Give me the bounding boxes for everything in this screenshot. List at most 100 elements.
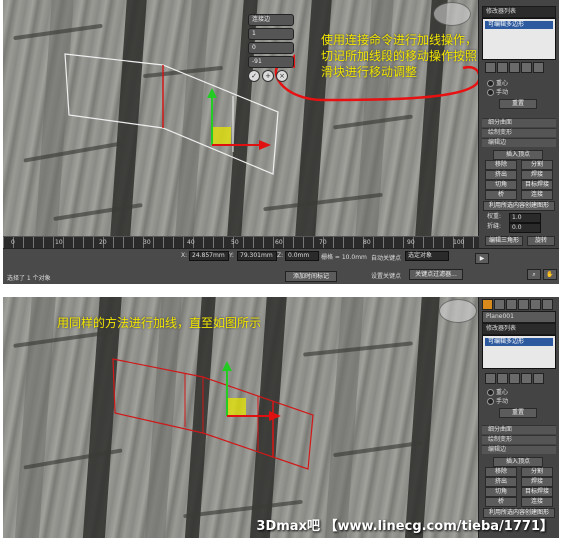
weld-button[interactable]: 焊接	[521, 477, 553, 487]
radio-manual-label: 手动	[496, 398, 509, 405]
crease-field[interactable]: 0.0	[509, 223, 541, 233]
radio-manual[interactable]: 手动	[487, 398, 508, 406]
y-coordinate-field[interactable]: 79.301mm	[237, 251, 277, 261]
weight-label: 权重:	[487, 213, 502, 220]
z-coordinate-field[interactable]: 0.0mm	[285, 251, 319, 261]
rollout-subdivision-surface[interactable]: 细分曲面	[482, 118, 556, 127]
zoom-icon[interactable]: ⌕	[527, 269, 541, 280]
rollout-subdivision-surface[interactable]: 细分曲面	[482, 425, 556, 434]
modifier-stack: 可编辑多边形	[482, 335, 556, 369]
caddy-cancel-icon[interactable]: ×	[276, 70, 288, 82]
command-panel: 修改器列表 可编辑多边形 重心 手动 重置 细分曲面 绘制变形 编辑边 插入顶点…	[478, 0, 559, 284]
radio-icon	[487, 89, 494, 96]
target-weld-button[interactable]: 目标焊接	[521, 180, 553, 190]
stack-item-editable-poly[interactable]: 可编辑多边形	[485, 338, 553, 346]
chamfer-button[interactable]: 切角	[485, 180, 517, 190]
caddy-ok-icon[interactable]: ✓	[248, 70, 260, 82]
extrude-button[interactable]: 挤出	[485, 477, 517, 487]
make-unique-icon[interactable]	[509, 62, 520, 73]
selection-status: 选择了 1 个对象	[7, 275, 51, 282]
bridge-button[interactable]: 桥	[485, 190, 517, 200]
pin-stack-icon[interactable]	[485, 373, 496, 384]
remove-modifier-icon[interactable]	[521, 62, 532, 73]
timeline-tick: 90	[407, 239, 415, 246]
selection-set-dropdown[interactable]: 选定对象	[405, 251, 449, 261]
target-weld-button[interactable]: 目标焊接	[521, 487, 553, 497]
rollout-edit-edges[interactable]: 编辑边	[482, 445, 556, 454]
stack-item-editable-poly[interactable]: 可编辑多边形	[485, 21, 553, 29]
modifier-stack: 可编辑多边形	[482, 18, 556, 60]
x-coordinate-field[interactable]: 24.857mm	[189, 251, 229, 261]
screenshot-connect-edges: 连接边 1 0 -91 ✓ + × 使用连接命令进行加线操作，切记所加线段的移动…	[3, 0, 559, 284]
edit-triangulation-button[interactable]: 编辑三角形	[485, 236, 523, 246]
hierarchy-tab-icon[interactable]	[506, 299, 517, 310]
show-end-result-icon[interactable]	[497, 373, 508, 384]
chamfer-button[interactable]: 切角	[485, 487, 517, 497]
caddy-slide-field[interactable]: -91	[248, 56, 294, 68]
modify-tab-icon[interactable]	[494, 299, 505, 310]
modifier-list-dropdown[interactable]: 修改器列表	[482, 323, 556, 335]
gizmo-xy-plane[interactable]	[213, 127, 231, 145]
play-icon[interactable]: ▶	[475, 253, 489, 264]
radio-icon	[487, 80, 494, 87]
radio-centroid[interactable]: 重心	[487, 80, 508, 88]
insert-vertex-button[interactable]: 插入顶点	[493, 150, 543, 160]
y-label: Y:	[229, 252, 234, 259]
annotation-text: 使用连接命令进行加线操作，切记所加线段的移动操作按照滑块进行移动调整	[321, 33, 478, 79]
set-key-label: 设置关键点	[371, 273, 402, 280]
configure-modifiers-icon[interactable]	[533, 62, 544, 73]
viewport-perspective[interactable]: 用同样的方法进行加线，直至如图所示	[3, 297, 479, 538]
plane-wireframe	[112, 358, 314, 470]
reset-button[interactable]: 重置	[499, 408, 537, 418]
connect-edges-caddy: 连接边 1 0 -91 ✓ + ×	[248, 14, 294, 82]
timeline-tick: 100	[453, 239, 465, 246]
connect-button[interactable]: 连接	[521, 497, 553, 507]
viewcube-icon[interactable]	[433, 2, 471, 26]
show-end-result-icon[interactable]	[497, 62, 508, 73]
pan-icon[interactable]: ✋	[543, 269, 557, 280]
radio-centroid[interactable]: 重心	[487, 389, 508, 397]
configure-modifiers-icon[interactable]	[533, 373, 544, 384]
display-tab-icon[interactable]	[530, 299, 541, 310]
add-time-tag-button[interactable]: 添加时间标记	[285, 271, 337, 282]
gizmo-x-arrowhead	[259, 140, 271, 150]
timeline-tick: 80	[363, 239, 371, 246]
split-button[interactable]: 分割	[521, 160, 553, 170]
object-name-field[interactable]: Plane001	[482, 311, 556, 323]
gizmo-xy-plane[interactable]	[228, 398, 246, 416]
timeline-tick: 30	[143, 239, 151, 246]
create-tab-icon[interactable]	[482, 299, 493, 310]
remove-modifier-icon[interactable]	[521, 373, 532, 384]
reset-button[interactable]: 重置	[499, 99, 537, 109]
rollout-edit-edges[interactable]: 编辑边	[482, 138, 556, 147]
radio-manual[interactable]: 手动	[487, 89, 508, 97]
caddy-pinch-field[interactable]: 0	[248, 42, 294, 54]
weld-button[interactable]: 焊接	[521, 170, 553, 180]
weight-field[interactable]: 1.0	[509, 213, 541, 223]
utilities-tab-icon[interactable]	[542, 299, 553, 310]
remove-button[interactable]: 移除	[485, 467, 517, 477]
rollout-paint-deform[interactable]: 绘制变形	[482, 435, 556, 444]
create-shape-button[interactable]: 利用所选内容创建图形	[483, 201, 555, 211]
connect-button[interactable]: 连接	[521, 190, 553, 200]
viewport-perspective[interactable]: 连接边 1 0 -91 ✓ + × 使用连接命令进行加线操作，切记所加线段的移动…	[3, 0, 479, 236]
motion-tab-icon[interactable]	[518, 299, 529, 310]
split-button[interactable]: 分割	[521, 467, 553, 477]
modifier-list-dropdown[interactable]: 修改器列表	[482, 6, 556, 18]
watermark: 3Dmax吧 【www.linecg.com/tieba/1771】	[256, 519, 553, 534]
viewcube-icon[interactable]	[439, 299, 477, 323]
insert-vertex-button[interactable]: 插入顶点	[493, 457, 543, 467]
radio-icon	[487, 398, 494, 405]
rollout-paint-deform[interactable]: 绘制变形	[482, 128, 556, 137]
caddy-segments-field[interactable]: 1	[248, 28, 294, 40]
extrude-button[interactable]: 挤出	[485, 170, 517, 180]
make-unique-icon[interactable]	[509, 373, 520, 384]
key-filters-button[interactable]: 关键点过滤器...	[409, 269, 463, 280]
timeline-tick: 50	[231, 239, 239, 246]
turn-button[interactable]: 旋转	[527, 236, 555, 246]
gizmo-x-arrowhead	[269, 411, 281, 421]
caddy-apply-icon[interactable]: +	[262, 70, 274, 82]
bridge-button[interactable]: 桥	[485, 497, 517, 507]
pin-stack-icon[interactable]	[485, 62, 496, 73]
remove-button[interactable]: 移除	[485, 160, 517, 170]
